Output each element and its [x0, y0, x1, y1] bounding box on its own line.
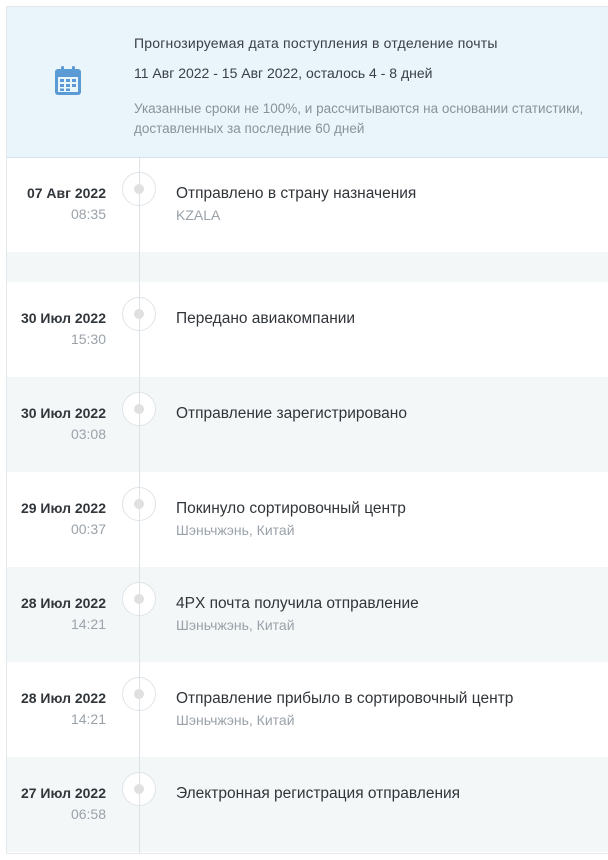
timeline-event: 30 Июл 2022 15:30 Передано авиакомпании: [7, 282, 608, 377]
timeline-line: [139, 157, 140, 853]
event-time: 03:08: [70, 426, 106, 442]
timeline-event: 30 Июл 2022 03:08 Отправление зарегистри…: [7, 377, 608, 472]
timeline-divider: [7, 252, 608, 282]
delivery-estimate-banner: Прогнозируемая дата поступления в отделе…: [7, 7, 608, 158]
timeline-event: 29 Июл 2022 00:37 Покинуло сортировочный…: [7, 472, 608, 567]
event-time: 14:21: [70, 711, 106, 727]
event-status: Отправление прибыло в сортировочный цент…: [176, 690, 514, 707]
estimate-title: Прогнозируемая дата поступления в отделе…: [134, 35, 498, 51]
event-time: 06:58: [70, 806, 106, 822]
timeline-event: 27 Июл 2022 06:58 Электронная регистраци…: [7, 757, 608, 852]
event-time: 08:35: [70, 206, 106, 222]
event-location: KZALA: [176, 207, 221, 223]
event-time: 15:30: [70, 331, 106, 347]
event-status: 4PX почта получила отправление: [176, 595, 419, 612]
event-location: Шэньчжэнь, Китай: [176, 712, 295, 728]
event-status: Отправлено в страну назначения: [176, 185, 417, 202]
event-location: Шэньчжэнь, Китай: [176, 617, 295, 633]
event-date: 30 Июл 2022: [20, 310, 106, 326]
event-date: 07 Авг 2022: [26, 185, 106, 201]
event-time: 14:21: [70, 616, 106, 632]
timeline-event: 28 Июл 2022 14:21 4PX почта получила отп…: [7, 567, 608, 662]
estimate-note: Указанные сроки не 100%, и рассчитываютс…: [134, 101, 584, 136]
calendar-icon: [55, 66, 81, 95]
tracking-card: Прогнозируемая дата поступления в отделе…: [6, 6, 608, 854]
event-date: 29 Июл 2022: [20, 500, 106, 516]
event-location: Шэньчжэнь, Китай: [176, 522, 295, 538]
event-status: Передано авиакомпании: [176, 310, 356, 327]
event-status: Электронная регистрация отправления: [176, 785, 461, 802]
event-date: 27 Июл 2022: [20, 785, 106, 801]
event-time: 00:37: [70, 521, 106, 537]
event-status: Отправление зарегистрировано: [176, 405, 407, 422]
event-date: 28 Июл 2022: [20, 595, 106, 611]
estimate-range: 11 Авг 2022 - 15 Авг 2022, осталось 4 - …: [134, 65, 433, 81]
event-date: 30 Июл 2022: [20, 405, 106, 421]
timeline-event: 28 Июл 2022 14:21 Отправление прибыло в …: [7, 662, 608, 757]
timeline-event: 07 Авг 2022 08:35 Отправлено в страну на…: [7, 157, 608, 252]
event-date: 28 Июл 2022: [20, 690, 106, 706]
event-status: Покинуло сортировочный центр: [176, 500, 406, 517]
